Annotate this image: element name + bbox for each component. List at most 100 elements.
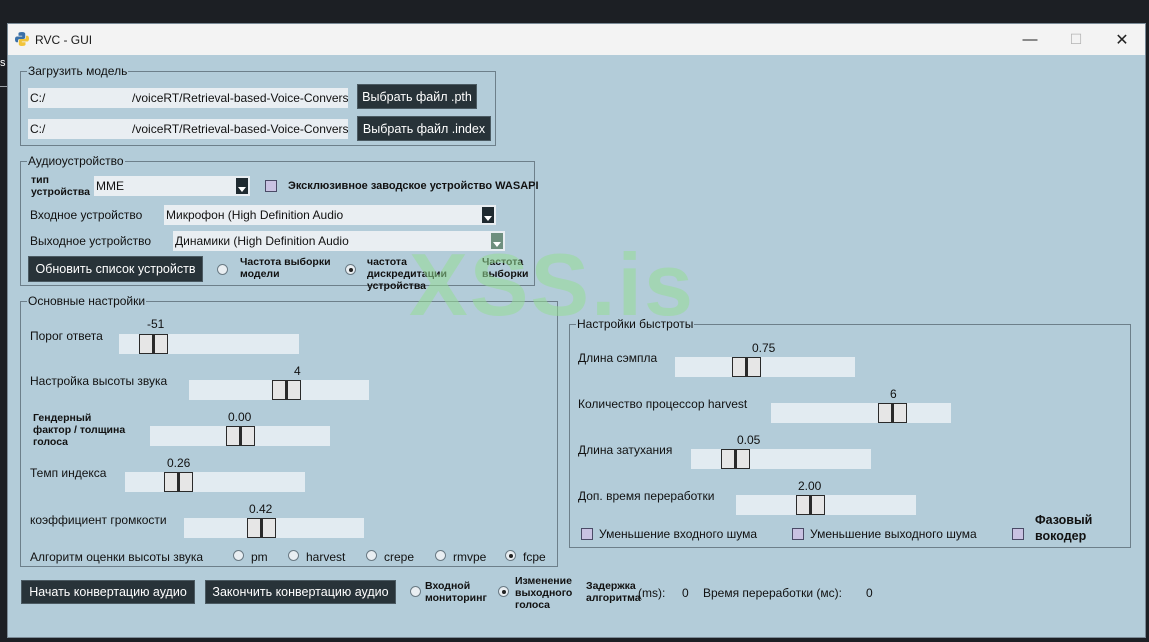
pitch-slider-handle[interactable]: [272, 380, 301, 400]
window-title: RVC - GUI: [35, 33, 93, 47]
input-device-value: Микрофон (High Definition Audio: [166, 208, 344, 222]
f0-harvest-radio[interactable]: [288, 550, 299, 561]
desktop-edge-line: [0, 86, 7, 87]
formant-label: Гендерный фактор / толщина голоса: [33, 412, 126, 448]
main-settings-legend: Основные настройки: [27, 294, 147, 308]
rms-mix-slider-handle[interactable]: [247, 518, 276, 538]
chevron-down-icon[interactable]: [236, 178, 248, 194]
desktop-edge-text: s: [0, 57, 6, 69]
f0-fcpe-label: fcpe: [523, 550, 546, 564]
pitch-value: 4: [294, 364, 301, 378]
performance-legend: Настройки быстроты: [576, 317, 695, 331]
threshold-label: Порог ответа: [30, 329, 103, 343]
n-cpu-value: 6: [890, 387, 897, 401]
f0-rmvpe-label: rmvpe: [453, 550, 487, 564]
device-type-label: тип устройства: [31, 174, 90, 198]
output-change-radio[interactable]: [498, 586, 509, 597]
chevron-down-icon[interactable]: [482, 207, 494, 223]
index-rate-label: Темп индекса: [30, 466, 107, 480]
delay-value: 0: [682, 586, 689, 600]
pth-path-field[interactable]: C:/ /voiceRT/Retrieval-based-Voice-Conve…: [28, 88, 348, 108]
index-rate-slider[interactable]: [125, 472, 305, 492]
phase-vocoder-label: Фазовый вокодер: [1035, 513, 1093, 543]
select-index-button[interactable]: Выбрать файл .index: [357, 116, 491, 141]
title-bar[interactable]: RVC - GUI — ☐ ✕: [8, 24, 1145, 55]
device-type-value: MME: [96, 179, 124, 193]
f0-crepe-radio[interactable]: [366, 550, 377, 561]
crossfade-slider-handle[interactable]: [721, 449, 750, 469]
formant-slider-handle[interactable]: [226, 426, 255, 446]
extra-time-value: 2.00: [798, 479, 822, 493]
block-time-value: 0.75: [752, 341, 776, 355]
close-button[interactable]: ✕: [1099, 24, 1145, 55]
select-pth-button[interactable]: Выбрать файл .pth: [357, 84, 477, 109]
index-rate-slider-handle[interactable]: [164, 472, 193, 492]
extra-time-slider-handle[interactable]: [796, 495, 825, 515]
output-noise-label: Уменьшение выходного шума: [810, 527, 977, 541]
threshold-value: -51: [147, 317, 165, 331]
sr-device-radio[interactable]: [345, 264, 356, 275]
input-monitor-label: Входной мониторинг: [425, 580, 487, 604]
input-noise-label: Уменьшение входного шума: [599, 527, 758, 541]
extra-time-label: Доп. время переработки: [578, 489, 715, 503]
formant-slider[interactable]: [150, 426, 330, 446]
input-monitor-radio[interactable]: [410, 586, 421, 597]
minimize-button[interactable]: —: [1007, 24, 1053, 55]
output-device-value: Динамики (High Definition Audio: [175, 234, 349, 248]
crossfade-label: Длина затухания: [578, 443, 673, 457]
sr-model-label: Частота выборки модели: [240, 256, 331, 280]
input-noise-checkbox[interactable]: [581, 528, 593, 540]
stop-conversion-button[interactable]: Закончить конвертацию аудио: [205, 580, 396, 604]
f0-pm-label: pm: [251, 550, 268, 564]
f0-harvest-label: harvest: [306, 550, 346, 564]
f0-method-label: Алгоритм оценки высоты звука: [30, 550, 204, 564]
threshold-slider-handle[interactable]: [139, 334, 168, 354]
load-model-legend: Загрузить модель: [27, 64, 129, 78]
f0-crepe-label: crepe: [384, 550, 415, 564]
pitch-label: Настройка высоты звука: [30, 374, 168, 388]
f0-pm-radio[interactable]: [233, 550, 244, 561]
sr-model-radio[interactable]: [217, 264, 228, 275]
block-time-label: Длина сэмпла: [578, 351, 658, 365]
audio-device-legend: Аудиоустройство: [27, 154, 125, 168]
rms-mix-label: коэффициент громкости: [30, 513, 167, 527]
n-cpu-slider[interactable]: [771, 403, 951, 423]
sr-label: Частота выборки: [482, 256, 529, 280]
pitch-slider[interactable]: [189, 380, 369, 400]
maximize-button[interactable]: ☐: [1053, 24, 1099, 55]
formant-value: 0.00: [228, 410, 252, 424]
phase-vocoder-checkbox[interactable]: [1012, 528, 1024, 540]
infer-time-value: 0: [866, 586, 873, 600]
index-rate-value: 0.26: [167, 456, 191, 470]
output-device-label: Выходное устройство: [30, 234, 152, 248]
output-device-select[interactable]: Динамики (High Definition Audio: [173, 231, 505, 251]
device-type-select[interactable]: MME: [94, 176, 250, 196]
threshold-slider[interactable]: [119, 334, 299, 354]
chevron-down-icon[interactable]: [491, 233, 503, 249]
f0-fcpe-radio[interactable]: [505, 550, 516, 561]
rms-mix-slider[interactable]: [184, 518, 364, 538]
infer-time-label: Время переработки (мс):: [703, 586, 842, 600]
f0-rmvpe-radio[interactable]: [435, 550, 446, 561]
output-change-label: Изменение выходного голоса: [515, 575, 573, 611]
python-logo-icon: [15, 32, 29, 46]
input-device-select[interactable]: Микрофон (High Definition Audio: [164, 205, 496, 225]
n-cpu-slider-handle[interactable]: [878, 403, 907, 423]
wasapi-label: Эксклюзивное заводское устройство WASAPI: [288, 180, 539, 192]
block-time-slider-handle[interactable]: [732, 357, 761, 377]
n-cpu-label: Количество процессор harvest: [578, 397, 748, 411]
block-time-slider[interactable]: [675, 357, 855, 377]
output-noise-checkbox[interactable]: [792, 528, 804, 540]
sr-device-label: частота дискредитации устройства: [367, 256, 447, 292]
index-path-field[interactable]: C:/ /voiceRT/Retrieval-based-Voice-Conve…: [28, 119, 348, 139]
delay-unit: (ms):: [638, 586, 666, 600]
extra-time-slider[interactable]: [736, 495, 916, 515]
crossfade-slider[interactable]: [691, 449, 871, 469]
crossfade-value: 0.05: [737, 433, 761, 447]
wasapi-checkbox[interactable]: [265, 180, 277, 192]
input-device-label: Входное устройство: [30, 208, 143, 222]
start-conversion-button[interactable]: Начать конвертацию аудио: [21, 580, 195, 604]
refresh-devices-button[interactable]: Обновить список устройств: [28, 256, 203, 282]
delay-label: Задержка алгоритма: [586, 580, 641, 604]
app-window: RVC - GUI — ☐ ✕ Загрузить модель C:/ /vo…: [7, 23, 1146, 638]
